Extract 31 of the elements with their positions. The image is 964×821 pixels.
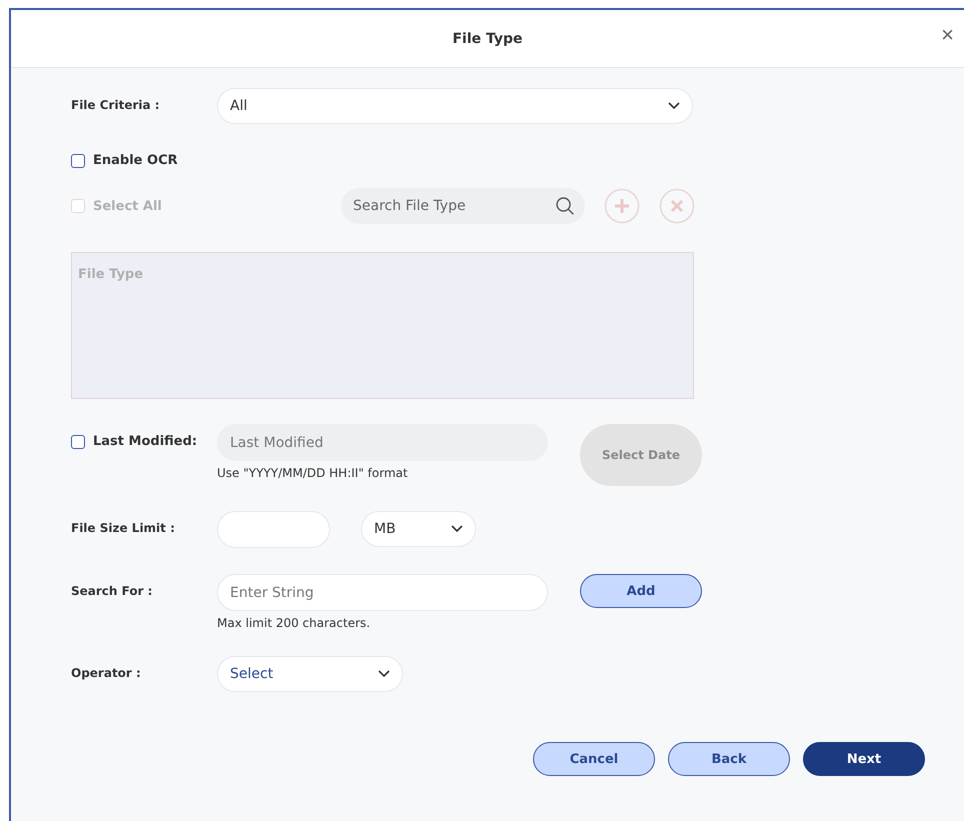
checkbox-label: Enable OCR xyxy=(93,153,178,168)
list-header: File Type xyxy=(78,267,144,282)
field-label: Operator : xyxy=(71,665,142,680)
field-label: Search For : xyxy=(71,583,154,598)
search-field[interactable]: Search File Type xyxy=(341,188,585,224)
search-icon xyxy=(555,196,575,216)
format-hint: Use "YYYY/MM/DD HH:II" format xyxy=(217,466,409,480)
chevron-icon xyxy=(378,670,390,678)
checkbox-label: Last Modified: xyxy=(93,434,198,449)
field-label: File Size Limit : xyxy=(71,520,176,535)
checkbox[interactable] xyxy=(71,434,85,448)
operator-dropdown[interactable]: Select xyxy=(217,656,403,692)
close-button[interactable]: × xyxy=(937,22,958,48)
field-label: File Criteria : xyxy=(71,97,161,112)
checkbox-label: Select All xyxy=(93,198,162,214)
last-modified-field[interactable]: Last Modified xyxy=(217,424,548,461)
dialog-title: File Type xyxy=(452,30,523,46)
dialog-button[interactable]: Next xyxy=(803,742,925,776)
limit-hint: Max limit 200 characters. xyxy=(217,616,372,630)
chevron-icon xyxy=(451,525,463,533)
file-criteria-dropdown[interactable]: All xyxy=(217,88,693,124)
size-input-field[interactable] xyxy=(217,511,330,548)
add-button[interactable]: Add xyxy=(580,574,702,608)
plus-icon[interactable] xyxy=(604,188,640,224)
chevron-icon xyxy=(668,102,680,110)
dialog-button[interactable]: Cancel xyxy=(533,742,655,776)
unit-dropdown[interactable]: MB xyxy=(361,511,476,547)
checkbox[interactable] xyxy=(71,154,85,168)
remove-icon[interactable] xyxy=(659,188,695,224)
search-string-field[interactable]: Enter String xyxy=(217,574,548,611)
dialog-button[interactable]: Back xyxy=(668,742,790,776)
